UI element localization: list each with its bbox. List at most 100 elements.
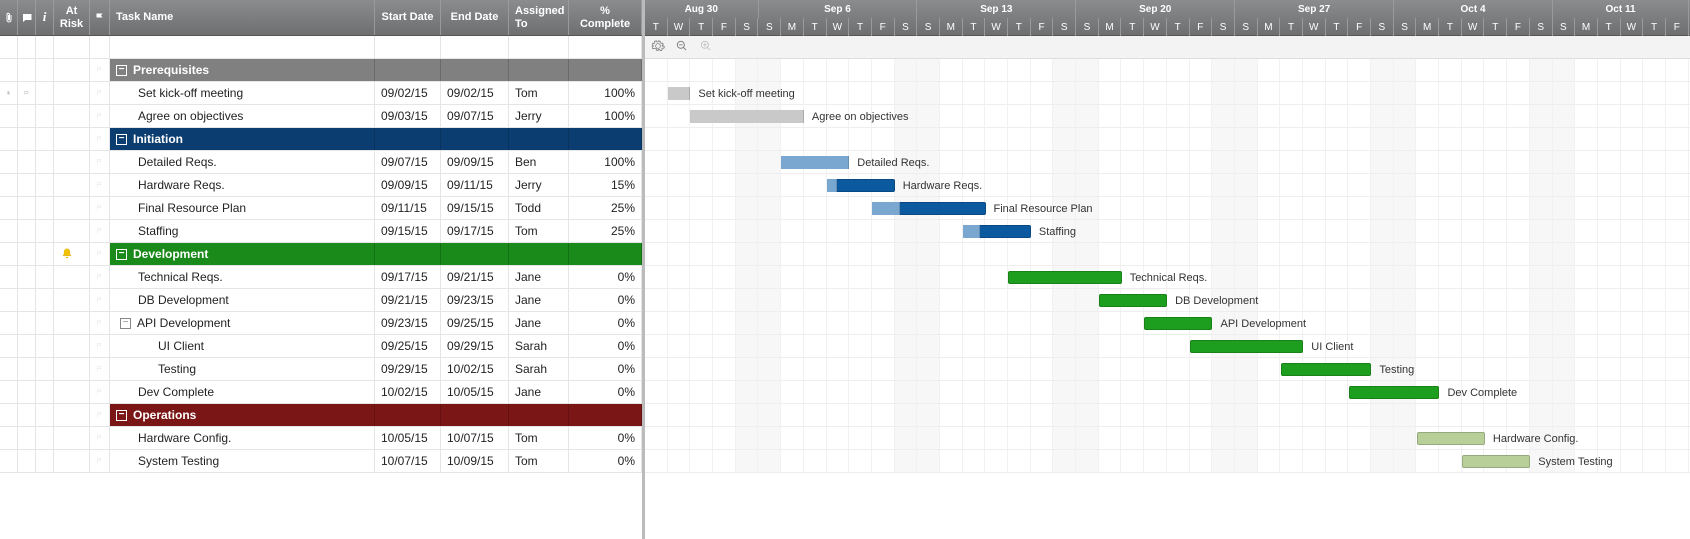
start-date-cell[interactable]: 09/03/15 — [375, 105, 441, 127]
gantt-bar[interactable]: System Testing — [1462, 450, 1612, 473]
risk-cell[interactable] — [54, 128, 90, 150]
comment-cell[interactable] — [18, 174, 36, 196]
start-date-cell[interactable]: 09/09/15 — [375, 174, 441, 196]
pct-cell[interactable]: 100% — [569, 151, 642, 173]
flag-cell[interactable] — [90, 312, 110, 334]
pct-cell[interactable]: 100% — [569, 82, 642, 104]
task-name-cell[interactable]: Hardware Config. — [110, 427, 375, 449]
flag-cell[interactable] — [90, 381, 110, 403]
attach-cell[interactable] — [0, 381, 18, 403]
assignee-cell[interactable]: Tom — [509, 82, 569, 104]
timeline-body[interactable]: Set kick-off meetingAgree on objectivesD… — [645, 59, 1690, 473]
assignee-cell[interactable]: Jane — [509, 381, 569, 403]
col-attachments-icon[interactable] — [0, 0, 18, 35]
task-name-cell[interactable]: DB Development — [110, 289, 375, 311]
flag-cell[interactable] — [90, 427, 110, 449]
end-date-cell[interactable]: 10/02/15 — [441, 358, 509, 380]
start-date-cell[interactable]: 09/02/15 — [375, 82, 441, 104]
pct-cell[interactable]: 25% — [569, 220, 642, 242]
gantt-bar[interactable]: Dev Complete — [1349, 381, 1518, 404]
gantt-bar[interactable]: DB Development — [1099, 289, 1258, 312]
group-name[interactable]: −Prerequisites — [110, 59, 375, 81]
assignee-cell[interactable]: Sarah — [509, 358, 569, 380]
group-name[interactable]: −Operations — [110, 404, 375, 426]
comment-cell[interactable] — [18, 335, 36, 357]
comment-cell[interactable] — [18, 312, 36, 334]
col-task-name[interactable]: Task Name — [110, 0, 375, 35]
flag-cell[interactable] — [90, 82, 110, 104]
gantt-bar[interactable]: Staffing — [963, 220, 1076, 243]
task-name-cell[interactable]: UI Client — [110, 335, 375, 357]
col-at-risk[interactable]: At Risk — [54, 0, 90, 35]
start-date-cell[interactable]: 09/23/15 — [375, 312, 441, 334]
collapse-icon[interactable]: − — [116, 249, 127, 260]
flag-cell[interactable] — [90, 105, 110, 127]
attach-cell[interactable] — [0, 197, 18, 219]
start-date-cell[interactable]: 09/29/15 — [375, 358, 441, 380]
end-date-cell[interactable]: 09/25/15 — [441, 312, 509, 334]
collapse-icon[interactable]: − — [116, 134, 127, 145]
gantt-bar[interactable]: Final Resource Plan — [872, 197, 1093, 220]
attach-cell[interactable] — [0, 220, 18, 242]
assignee-cell[interactable]: Jane — [509, 312, 569, 334]
pct-cell[interactable]: 15% — [569, 174, 642, 196]
task-row[interactable]: −API Development09/23/1509/25/15Jane0% — [0, 312, 642, 335]
group-row-ops[interactable]: −Operations — [0, 404, 642, 427]
gantt-bar[interactable]: API Development — [1144, 312, 1306, 335]
task-name-cell[interactable]: Set kick-off meeting — [110, 82, 375, 104]
flag-cell[interactable] — [90, 174, 110, 196]
comment-cell[interactable] — [18, 151, 36, 173]
flag-cell[interactable] — [90, 266, 110, 288]
risk-cell[interactable] — [54, 404, 90, 426]
task-row[interactable]: Hardware Reqs.09/09/1509/11/15Jerry15% — [0, 174, 642, 197]
attach-cell[interactable] — [0, 335, 18, 357]
end-date-cell[interactable]: 09/09/15 — [441, 151, 509, 173]
pct-cell[interactable]: 0% — [569, 450, 642, 472]
start-date-cell[interactable]: 10/02/15 — [375, 381, 441, 403]
col-end-date[interactable]: End Date — [441, 0, 509, 35]
attach-cell[interactable] — [0, 358, 18, 380]
flag-cell[interactable] — [90, 404, 110, 426]
comment-cell[interactable] — [18, 82, 36, 104]
comment-cell[interactable] — [18, 197, 36, 219]
comment-cell[interactable] — [18, 427, 36, 449]
flag-cell[interactable] — [90, 335, 110, 357]
group-row-dev[interactable]: −Development — [0, 243, 642, 266]
task-row[interactable]: Agree on objectives09/03/1509/07/15Jerry… — [0, 105, 642, 128]
end-date-cell[interactable]: 09/29/15 — [441, 335, 509, 357]
gantt-bar[interactable]: Hardware Reqs. — [827, 174, 983, 197]
task-name-cell[interactable]: Technical Reqs. — [110, 266, 375, 288]
task-name-cell[interactable]: Detailed Reqs. — [110, 151, 375, 173]
end-date-cell[interactable]: 09/17/15 — [441, 220, 509, 242]
task-row[interactable]: Final Resource Plan09/11/1509/15/15Todd2… — [0, 197, 642, 220]
task-name-cell[interactable]: Hardware Reqs. — [110, 174, 375, 196]
pct-cell[interactable]: 0% — [569, 427, 642, 449]
end-date-cell[interactable]: 09/11/15 — [441, 174, 509, 196]
start-date-cell[interactable]: 09/15/15 — [375, 220, 441, 242]
pct-cell[interactable]: 100% — [569, 105, 642, 127]
start-date-cell[interactable]: 09/07/15 — [375, 151, 441, 173]
zoom-in-icon[interactable] — [699, 39, 713, 56]
start-date-cell[interactable]: 10/05/15 — [375, 427, 441, 449]
comment-cell[interactable] — [18, 266, 36, 288]
end-date-cell[interactable]: 09/23/15 — [441, 289, 509, 311]
pct-cell[interactable]: 0% — [569, 289, 642, 311]
task-row[interactable]: Staffing09/15/1509/17/15Tom25% — [0, 220, 642, 243]
comment-cell[interactable] — [18, 220, 36, 242]
start-date-cell[interactable]: 09/17/15 — [375, 266, 441, 288]
task-name-cell[interactable]: Staffing — [110, 220, 375, 242]
start-date-cell[interactable]: 09/11/15 — [375, 197, 441, 219]
attach-cell[interactable] — [0, 82, 18, 104]
col-flag-icon[interactable] — [90, 0, 110, 35]
task-row[interactable]: Dev Complete10/02/1510/05/15Jane0% — [0, 381, 642, 404]
task-row[interactable]: Technical Reqs.09/17/1509/21/15Jane0% — [0, 266, 642, 289]
end-date-cell[interactable]: 09/07/15 — [441, 105, 509, 127]
group-name[interactable]: −Development — [110, 243, 375, 265]
col-assigned-to[interactable]: Assigned To — [509, 0, 569, 35]
pct-cell[interactable]: 25% — [569, 197, 642, 219]
flag-cell[interactable] — [90, 450, 110, 472]
assignee-cell[interactable]: Jane — [509, 266, 569, 288]
end-date-cell[interactable]: 09/02/15 — [441, 82, 509, 104]
assignee-cell[interactable]: Tom — [509, 450, 569, 472]
flag-cell[interactable] — [90, 220, 110, 242]
